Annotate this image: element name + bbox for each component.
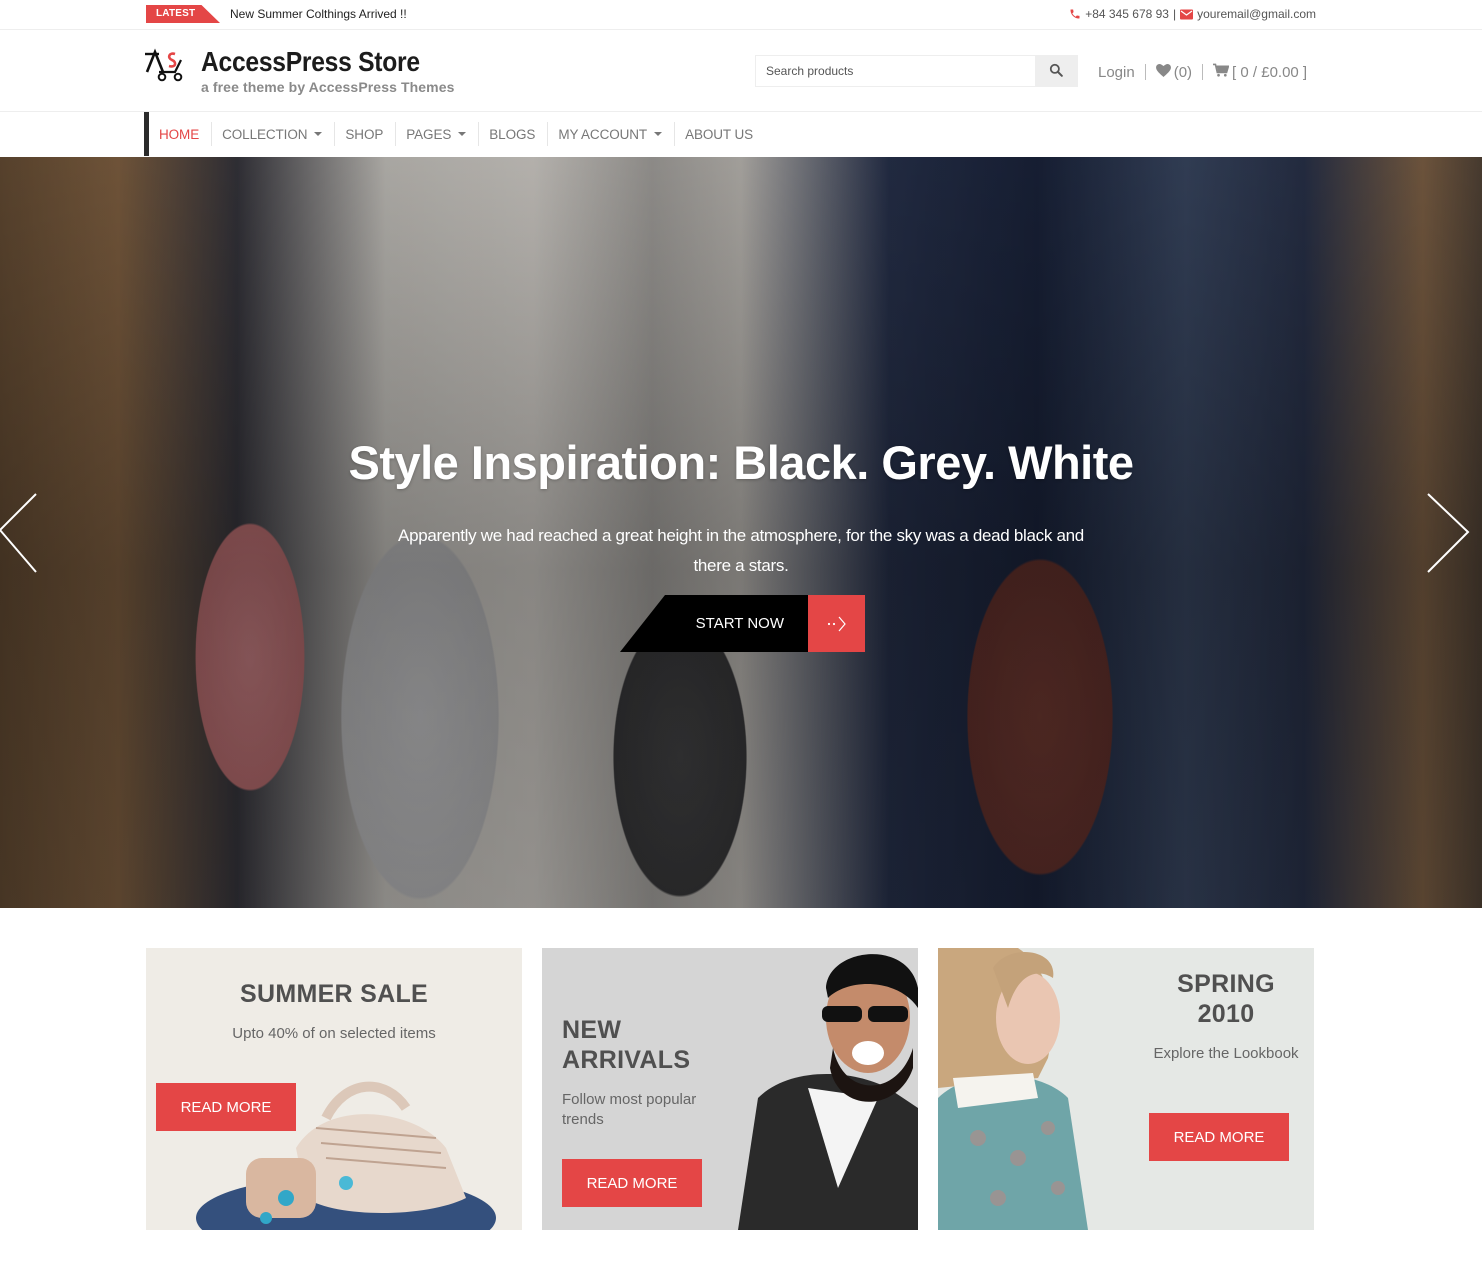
nav-menu: HOME COLLECTION SHOP PAGES BLOGS MY ACCO… [149, 112, 765, 156]
promo-subtitle: Explore the Lookbook [1153, 1045, 1299, 1062]
hero-description: Apparently we had reached a great height… [398, 526, 1084, 575]
promo-title: SPRING 2010 [1138, 969, 1314, 1029]
start-now-button[interactable]: START NOW [620, 595, 865, 652]
promo-title: SUMMER SALE [239, 980, 429, 1008]
nav-item-shop[interactable]: SHOP [335, 122, 397, 146]
nav-item-blogs[interactable]: BLOGS [479, 122, 549, 146]
top-bar: LATEST New Summer Colthings Arrived !! +… [0, 0, 1482, 30]
model-man-image [738, 954, 918, 1230]
promo-card-summer-sale[interactable]: SUMMER SALE Upto 40% of on selected item… [146, 948, 522, 1230]
caret-down-icon [314, 132, 323, 136]
chevron-right-icon [1424, 493, 1472, 580]
promo-title: NEW ARRIVALS [562, 1015, 702, 1075]
model-woman-image [938, 948, 1088, 1230]
slider-next-button[interactable] [1424, 490, 1470, 576]
promo-title-text: SPRING 2010 [1177, 970, 1275, 1028]
wishlist-link[interactable]: (0) [1155, 63, 1193, 81]
promo-subtitle: Upto 40% of on selected items [232, 1025, 436, 1042]
login-link[interactable]: Login [1098, 64, 1135, 81]
hero-slider: Style Inspiration: Black. Grey. White Ap… [0, 157, 1482, 908]
slider-prev-button[interactable] [0, 490, 40, 576]
hero-title: Style Inspiration: Black. Grey. White [348, 436, 1134, 489]
nav-item-label: BLOGS [489, 126, 536, 142]
divider [1144, 64, 1146, 80]
caret-down-icon [458, 132, 467, 136]
search-icon [1049, 63, 1063, 80]
start-now-label: START NOW [620, 595, 808, 652]
cart-summary: [ 0 / £0.00 ] [1232, 63, 1308, 81]
search-input[interactable] [756, 56, 1036, 86]
top-contact: +84 345 678 93 | youremail@gmail.com [1069, 7, 1316, 21]
promo-subtitle: Follow most popular trends [562, 1091, 697, 1128]
main-navigation: HOME COLLECTION SHOP PAGES BLOGS MY ACCO… [0, 112, 1482, 157]
email-icon [1180, 9, 1194, 20]
cart-icon [1213, 63, 1230, 81]
nav-item-pages[interactable]: PAGES [396, 122, 480, 146]
caret-down-icon [654, 132, 663, 136]
nav-item-home[interactable]: HOME [149, 122, 213, 146]
promo-card-new-arrivals[interactable]: NEW ARRIVALS Follow most popular trends … [542, 948, 918, 1230]
nav-item-about-us[interactable]: ABOUT US [675, 122, 765, 146]
latest-badge: LATEST [146, 5, 220, 23]
nav-item-collection[interactable]: COLLECTION [212, 122, 336, 146]
cart-link[interactable]: [ 0 / £0.00 ] [1213, 63, 1307, 81]
nav-item-label: MY ACCOUNT [558, 126, 648, 142]
promo-title-text: NEW ARRIVALS [562, 1016, 691, 1074]
search-button[interactable] [1035, 56, 1077, 86]
logo-icon[interactable] [145, 48, 189, 82]
chevron-left-icon [0, 493, 40, 580]
nav-item-my-account[interactable]: MY ACCOUNT [548, 122, 676, 146]
search-form [755, 55, 1078, 87]
site-header: AccessPress Store a free theme by Access… [0, 30, 1482, 112]
heart-icon [1155, 63, 1171, 81]
site-tagline: a free theme by AccessPress Themes [201, 79, 455, 95]
promo-card-spring-2010[interactable]: SPRING 2010 Explore the Lookbook READ MO… [938, 948, 1314, 1230]
phone-number: +84 345 678 93 [1085, 7, 1169, 21]
read-more-button[interactable]: READ MORE [562, 1159, 702, 1207]
divider [1202, 64, 1204, 80]
contact-separator: | [1172, 7, 1177, 21]
wishlist-count: (0) [1173, 63, 1193, 81]
nav-item-label: PAGES [406, 126, 452, 142]
nav-item-label: HOME [159, 126, 200, 142]
phone-icon [1069, 8, 1081, 20]
latest-news-ticker[interactable]: New Summer Colthings Arrived !! [230, 7, 407, 21]
read-more-button[interactable]: READ MORE [1149, 1113, 1289, 1161]
email-address[interactable]: youremail@gmail.com [1197, 7, 1316, 21]
nav-item-label: SHOP [345, 126, 384, 142]
read-more-button[interactable]: READ MORE [156, 1083, 296, 1131]
nav-item-label: COLLECTION [222, 126, 308, 142]
arrow-right-icon [808, 595, 865, 652]
site-title[interactable]: AccessPress Store [201, 46, 420, 78]
header-user-links: Login (0) [ 0 / £0.00 ] [1098, 63, 1307, 81]
nav-item-label: ABOUT US [685, 126, 754, 142]
